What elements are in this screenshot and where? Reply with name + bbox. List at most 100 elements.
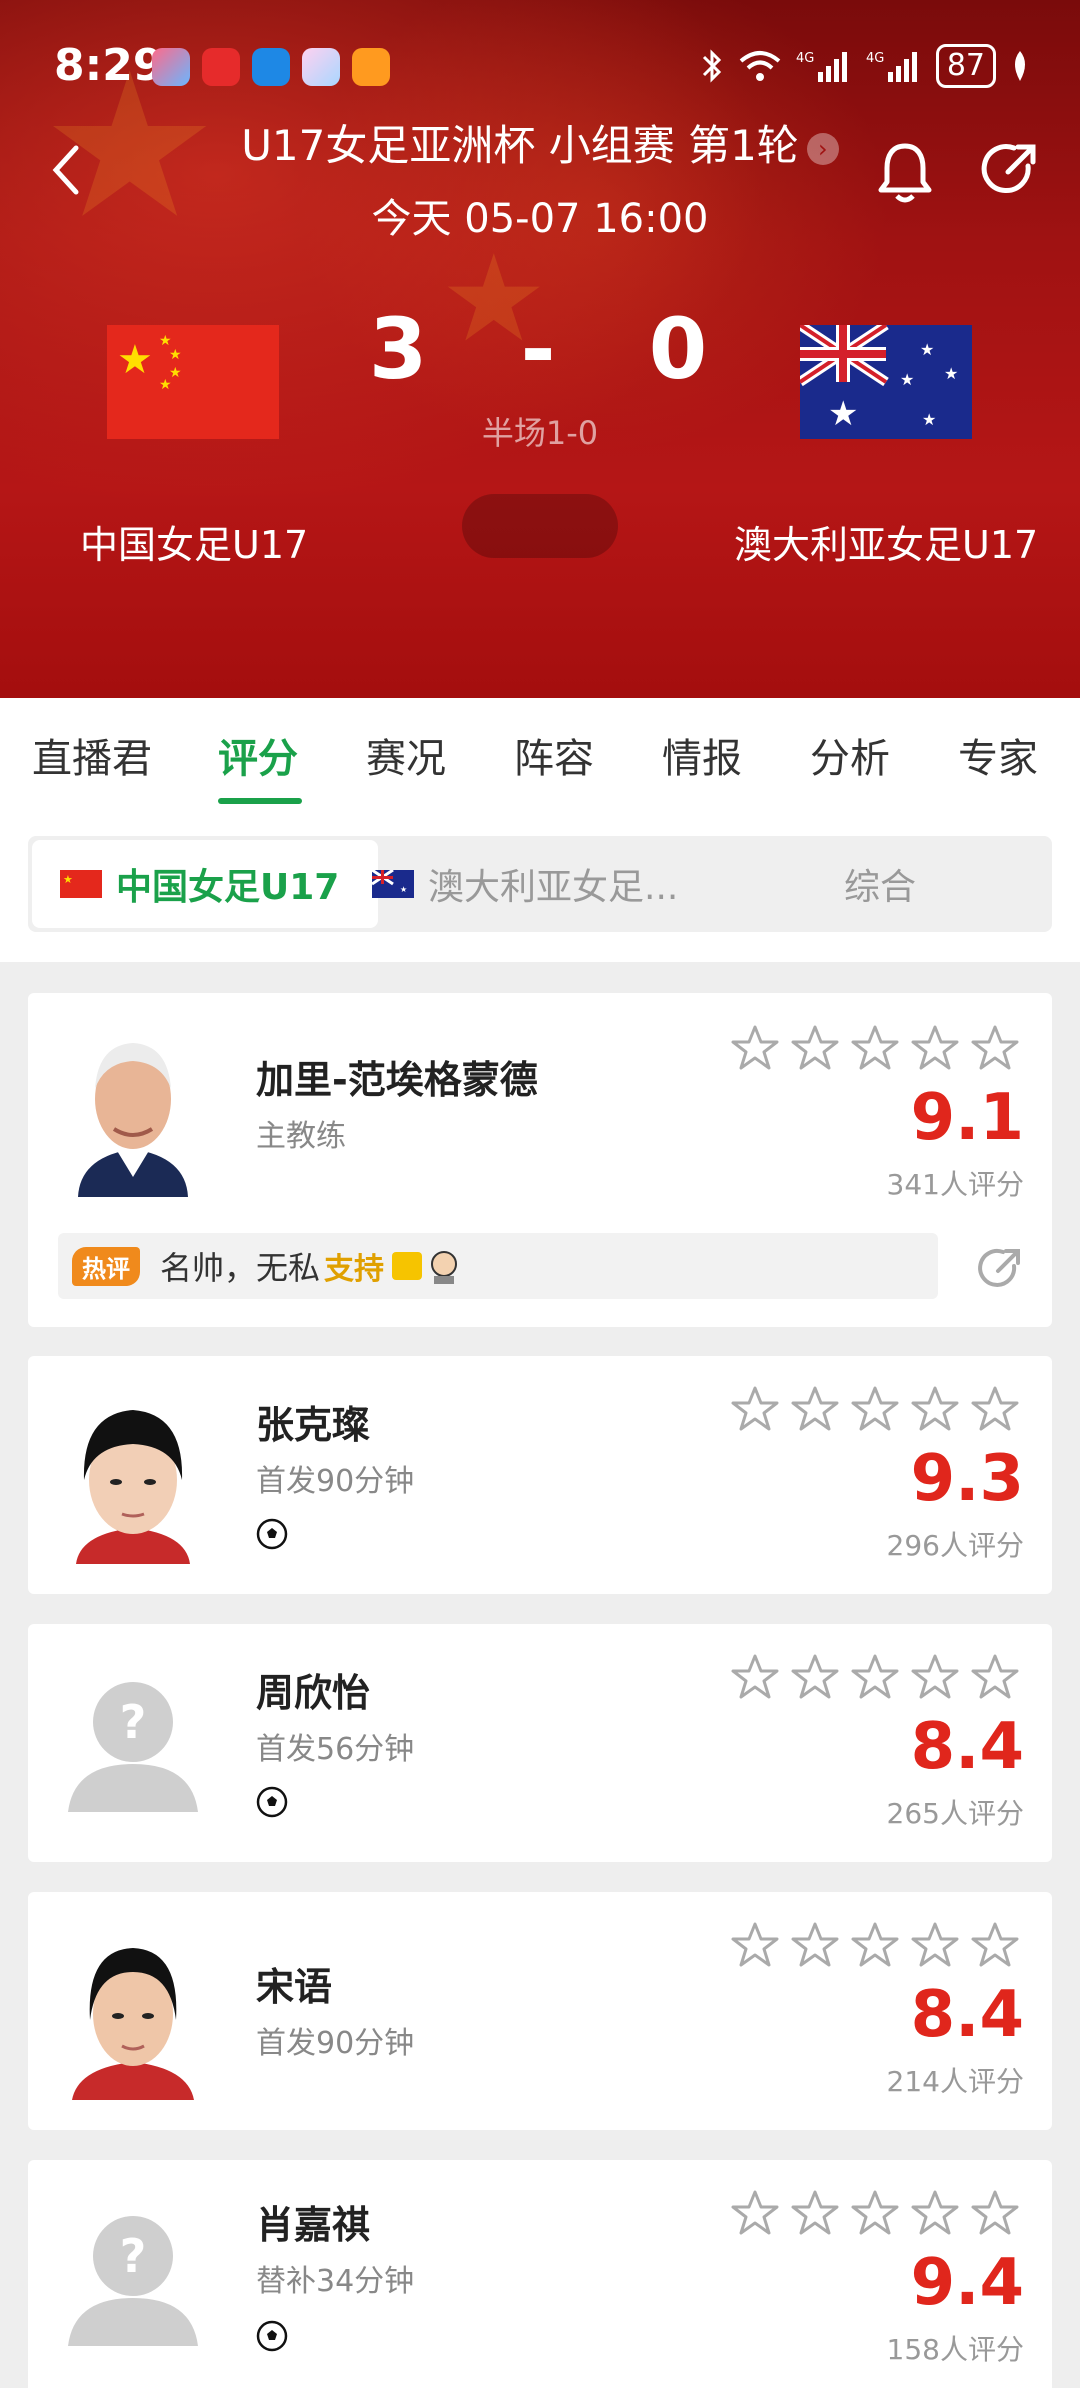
live-pill[interactable] (462, 494, 618, 558)
player-avatar (58, 1920, 208, 2100)
bell-icon[interactable] (876, 140, 934, 204)
team-switch-home-label: 中国女足U17 (116, 867, 340, 908)
tab-intel[interactable]: 情报 (662, 726, 742, 784)
hot-comment-text: 名帅，无私 (160, 1249, 321, 1287)
team-switcher-wrap: ★ 中国女足U17 ★ 澳大利亚女足... 综合 (0, 808, 1080, 962)
star-outline-icon[interactable] (910, 2188, 960, 2238)
status-right: 4G 4G 87 (700, 44, 1030, 88)
home-score: 3 (368, 300, 432, 398)
star-outline-icon[interactable] (850, 1920, 900, 1970)
tab-analysis[interactable]: 分析 (810, 726, 890, 784)
team-switch-away[interactable]: ★ 澳大利亚女足... (372, 836, 678, 932)
star-outline-icon[interactable] (850, 2188, 900, 2238)
tab-experts[interactable]: 专家 (958, 726, 1038, 784)
team-switch-overall[interactable]: 综合 (844, 836, 916, 932)
signal-icon: 4G (796, 51, 847, 82)
star-outline-icon[interactable] (730, 1384, 780, 1434)
star-outline-icon[interactable] (790, 1652, 840, 1702)
goal-ball-icon (256, 1518, 288, 1550)
battery-indicator: 87 (935, 44, 996, 88)
score-separator: - (520, 300, 560, 398)
away-score: 0 (648, 300, 712, 398)
star-outline-icon[interactable] (970, 1384, 1020, 1434)
player-rating-card[interactable]: 加里-范埃格蒙德 主教练 9.1 341人评分 热评 名帅，无私 支持 (28, 993, 1052, 1327)
rating-stars[interactable] (730, 1023, 1020, 1073)
player-rating-card[interactable]: 宋语 首发90分钟 8.4 214人评分 (28, 1892, 1052, 2130)
player-name: 周欣怡 (256, 1671, 371, 1715)
star-outline-icon[interactable] (910, 1384, 960, 1434)
placeholder-avatar-icon: ? (58, 1652, 208, 1832)
rater-count: 158人评分 (886, 2333, 1024, 2366)
share-icon[interactable] (976, 1245, 1024, 1293)
star-outline-icon[interactable] (850, 1023, 900, 1073)
rating-stars[interactable] (730, 2188, 1020, 2238)
emoji-sticker-icon (392, 1251, 458, 1284)
star-outline-icon[interactable] (970, 1652, 1020, 1702)
player-name: 肖嘉祺 (256, 2203, 371, 2247)
svg-text:?: ? (120, 1695, 147, 1749)
player-rating-card[interactable]: 张克璨 首发90分钟 9.3 296人评分 (28, 1356, 1052, 1594)
team-switch-home[interactable]: ★ 中国女足U17 (32, 840, 378, 928)
app-notification-icon (152, 48, 190, 86)
news-app-icon (202, 48, 240, 86)
rater-count: 341人评分 (886, 1168, 1024, 1201)
star-outline-icon[interactable] (910, 1920, 960, 1970)
australia-flag-icon: ★ (372, 870, 414, 898)
player-minutes: 替补34分钟 (256, 2264, 415, 2299)
star-outline-icon[interactable] (970, 1920, 1020, 1970)
rating-stars[interactable] (730, 1652, 1020, 1702)
support-emoji-text: 支持 (324, 1252, 385, 1287)
china-flag-icon: ★ (60, 870, 102, 898)
star-outline-icon[interactable] (730, 2188, 780, 2238)
star-outline-icon[interactable] (910, 1652, 960, 1702)
star-outline-icon[interactable] (910, 1023, 960, 1073)
away-team-name[interactable]: 澳大利亚女足U17 (734, 514, 1038, 569)
hot-comment[interactable]: 热评 名帅，无私 支持 (58, 1233, 938, 1299)
player-rating: 9.3 (910, 1442, 1024, 1516)
placeholder-avatar-icon: ? (58, 2200, 208, 2380)
player-name: 加里-范埃格蒙德 (256, 1058, 538, 1102)
star-outline-icon[interactable] (850, 1384, 900, 1434)
player-minutes: 首发56分钟 (256, 1732, 415, 1767)
star-outline-icon[interactable] (730, 1023, 780, 1073)
tab-match-status[interactable]: 赛况 (366, 726, 446, 784)
rater-count: 265人评分 (886, 1797, 1024, 1830)
app-notification-icon (302, 48, 340, 86)
svg-text:★: ★ (920, 340, 934, 359)
team-switch-away-label: 澳大利亚女足... (428, 867, 679, 908)
competition-label: U17女足亚洲杯 小组赛 第1轮 (241, 121, 799, 170)
player-minutes: 首发90分钟 (256, 2026, 415, 2061)
australia-flag-icon: ★ ★ ★ ★ ★ (800, 325, 972, 439)
home-team-name[interactable]: 中国女足U17 (80, 514, 308, 569)
star-outline-icon[interactable] (790, 1384, 840, 1434)
star-outline-icon[interactable] (970, 1023, 1020, 1073)
svg-text:★: ★ (900, 370, 914, 389)
rater-count: 214人评分 (886, 2065, 1024, 2098)
share-icon[interactable] (980, 140, 1040, 200)
chevron-right-icon: › (806, 132, 839, 165)
player-rating: 8.4 (910, 1710, 1024, 1784)
wifi-icon (739, 51, 781, 81)
player-name: 张克璨 (256, 1403, 371, 1447)
weather-app-icon (252, 48, 290, 86)
tab-live[interactable]: 直播君 (32, 726, 152, 784)
star-outline-icon[interactable] (790, 1023, 840, 1073)
star-outline-icon[interactable] (970, 2188, 1020, 2238)
rating-stars[interactable] (730, 1384, 1020, 1434)
player-rating-card[interactable]: ? 周欣怡 首发56分钟 8.4 265人评分 (28, 1624, 1052, 1862)
tab-lineup[interactable]: 阵容 (514, 726, 594, 784)
rating-stars[interactable] (730, 1920, 1020, 1970)
match-header: ★ ★ 8:29 4G 4G 87 U17女足亚洲杯 小组赛 第1轮 › 今天 0… (0, 0, 1080, 698)
player-rating-card[interactable]: ? 肖嘉祺 替补34分钟 9.4 158人评分 (28, 2160, 1052, 2388)
player-avatar (58, 1384, 208, 1564)
signal-icon: 4G (866, 51, 917, 82)
star-outline-icon[interactable] (850, 1652, 900, 1702)
star-outline-icon[interactable] (790, 1920, 840, 1970)
tab-ratings[interactable]: 评分 (218, 726, 298, 784)
svg-text:★: ★ (828, 394, 858, 434)
star-outline-icon[interactable] (790, 2188, 840, 2238)
svg-text:★: ★ (400, 885, 407, 894)
star-outline-icon[interactable] (730, 1920, 780, 1970)
leaf-icon (1015, 51, 1025, 81)
star-outline-icon[interactable] (730, 1652, 780, 1702)
